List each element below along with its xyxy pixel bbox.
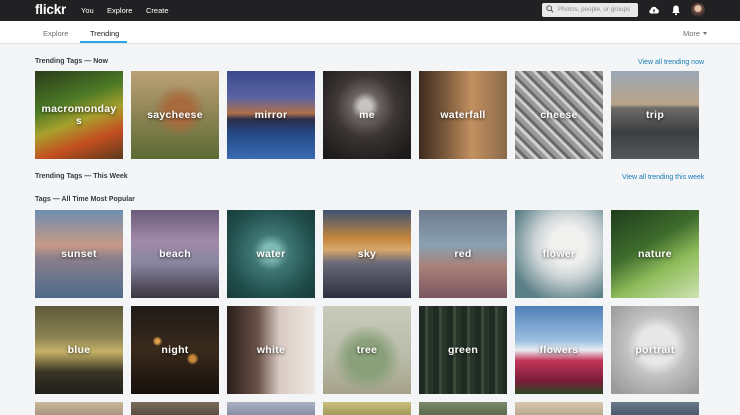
active-tab-indicator: [80, 41, 127, 43]
tag-label: blue: [67, 344, 91, 356]
section-title-all-time: Tags — All Time Most Popular: [35, 196, 135, 203]
tag-tile[interactable]: blue: [35, 306, 123, 394]
nav-you[interactable]: You: [81, 6, 94, 15]
nav-create[interactable]: Create: [146, 6, 169, 15]
section-title-trending-now: Trending Tags — Now: [35, 58, 108, 65]
tag-tile[interactable]: [515, 402, 603, 415]
search-input[interactable]: Photos, people, or groups: [542, 3, 638, 17]
tag-tile[interactable]: red: [419, 210, 507, 298]
tag-label: night: [161, 344, 189, 356]
tag-label: waterfall: [440, 109, 486, 121]
tag-label: sunset: [61, 248, 97, 260]
tag-tile[interactable]: saycheese: [131, 71, 219, 159]
tag-tile[interactable]: waterfall: [419, 71, 507, 159]
tag-label: macromondays: [41, 103, 117, 127]
tag-label: flowers: [539, 344, 579, 356]
tag-tile[interactable]: [611, 402, 699, 415]
view-all-trending-week-link[interactable]: View all trending this week: [622, 174, 704, 181]
tag-label: trip: [645, 109, 665, 121]
tag-tile[interactable]: sky: [323, 210, 411, 298]
tag-tile[interactable]: water: [227, 210, 315, 298]
more-label: More: [683, 29, 701, 38]
tag-tile[interactable]: me: [323, 71, 411, 159]
tag-tile[interactable]: flower: [515, 210, 603, 298]
tag-tile[interactable]: green: [419, 306, 507, 394]
tag-label: red: [454, 248, 472, 260]
search-placeholder: Photos, people, or groups: [558, 6, 631, 13]
tab-trending[interactable]: Trending: [90, 29, 119, 38]
tag-tile[interactable]: flowers: [515, 306, 603, 394]
tag-tile[interactable]: macromondays: [35, 71, 123, 159]
tag-label: mirror: [254, 109, 288, 121]
tag-tile[interactable]: beach: [131, 210, 219, 298]
sub-navigation: Explore Trending More: [0, 21, 740, 44]
tag-tile[interactable]: white: [227, 306, 315, 394]
tag-tile[interactable]: nature: [611, 210, 699, 298]
tag-tile[interactable]: sunset: [35, 210, 123, 298]
tag-label: cheese: [540, 109, 578, 121]
tag-tile[interactable]: portrait: [611, 306, 699, 394]
tag-label: water: [256, 248, 286, 260]
tag-tile[interactable]: [323, 402, 411, 415]
search-icon: [546, 5, 554, 13]
upload-cloud-icon[interactable]: [648, 4, 660, 16]
tag-tile[interactable]: cheese: [515, 71, 603, 159]
view-all-trending-now-link[interactable]: View all trending now: [638, 59, 704, 66]
more-menu[interactable]: More: [683, 29, 708, 38]
tag-tile[interactable]: tree: [323, 306, 411, 394]
tag-label: portrait: [635, 344, 675, 356]
tag-tile[interactable]: trip: [611, 71, 699, 159]
tag-tile[interactable]: [131, 402, 219, 415]
tag-tile[interactable]: night: [131, 306, 219, 394]
section-title-trending-week: Trending Tags — This Week: [35, 173, 128, 180]
flickr-logo[interactable]: flickr: [35, 2, 66, 17]
nav-explore[interactable]: Explore: [107, 6, 132, 15]
tag-label: saycheese: [147, 109, 203, 121]
notifications-bell-icon[interactable]: [670, 4, 682, 16]
tag-label: flower: [542, 248, 576, 260]
top-bar: flickr You Explore Create Photos, people…: [0, 0, 740, 21]
tag-label: white: [256, 344, 286, 356]
chevron-down-icon: [703, 32, 708, 35]
tag-tile[interactable]: [419, 402, 507, 415]
tag-tile[interactable]: [35, 402, 123, 415]
tag-label: sky: [357, 248, 377, 260]
tag-label: beach: [159, 248, 191, 260]
avatar[interactable]: [691, 3, 705, 17]
tag-label: me: [359, 109, 375, 121]
tag-label: green: [447, 344, 479, 356]
tab-explore[interactable]: Explore: [43, 29, 68, 38]
tag-tile[interactable]: [227, 402, 315, 415]
tag-tile[interactable]: mirror: [227, 71, 315, 159]
tag-label: tree: [356, 344, 378, 356]
tag-label: nature: [638, 248, 672, 260]
